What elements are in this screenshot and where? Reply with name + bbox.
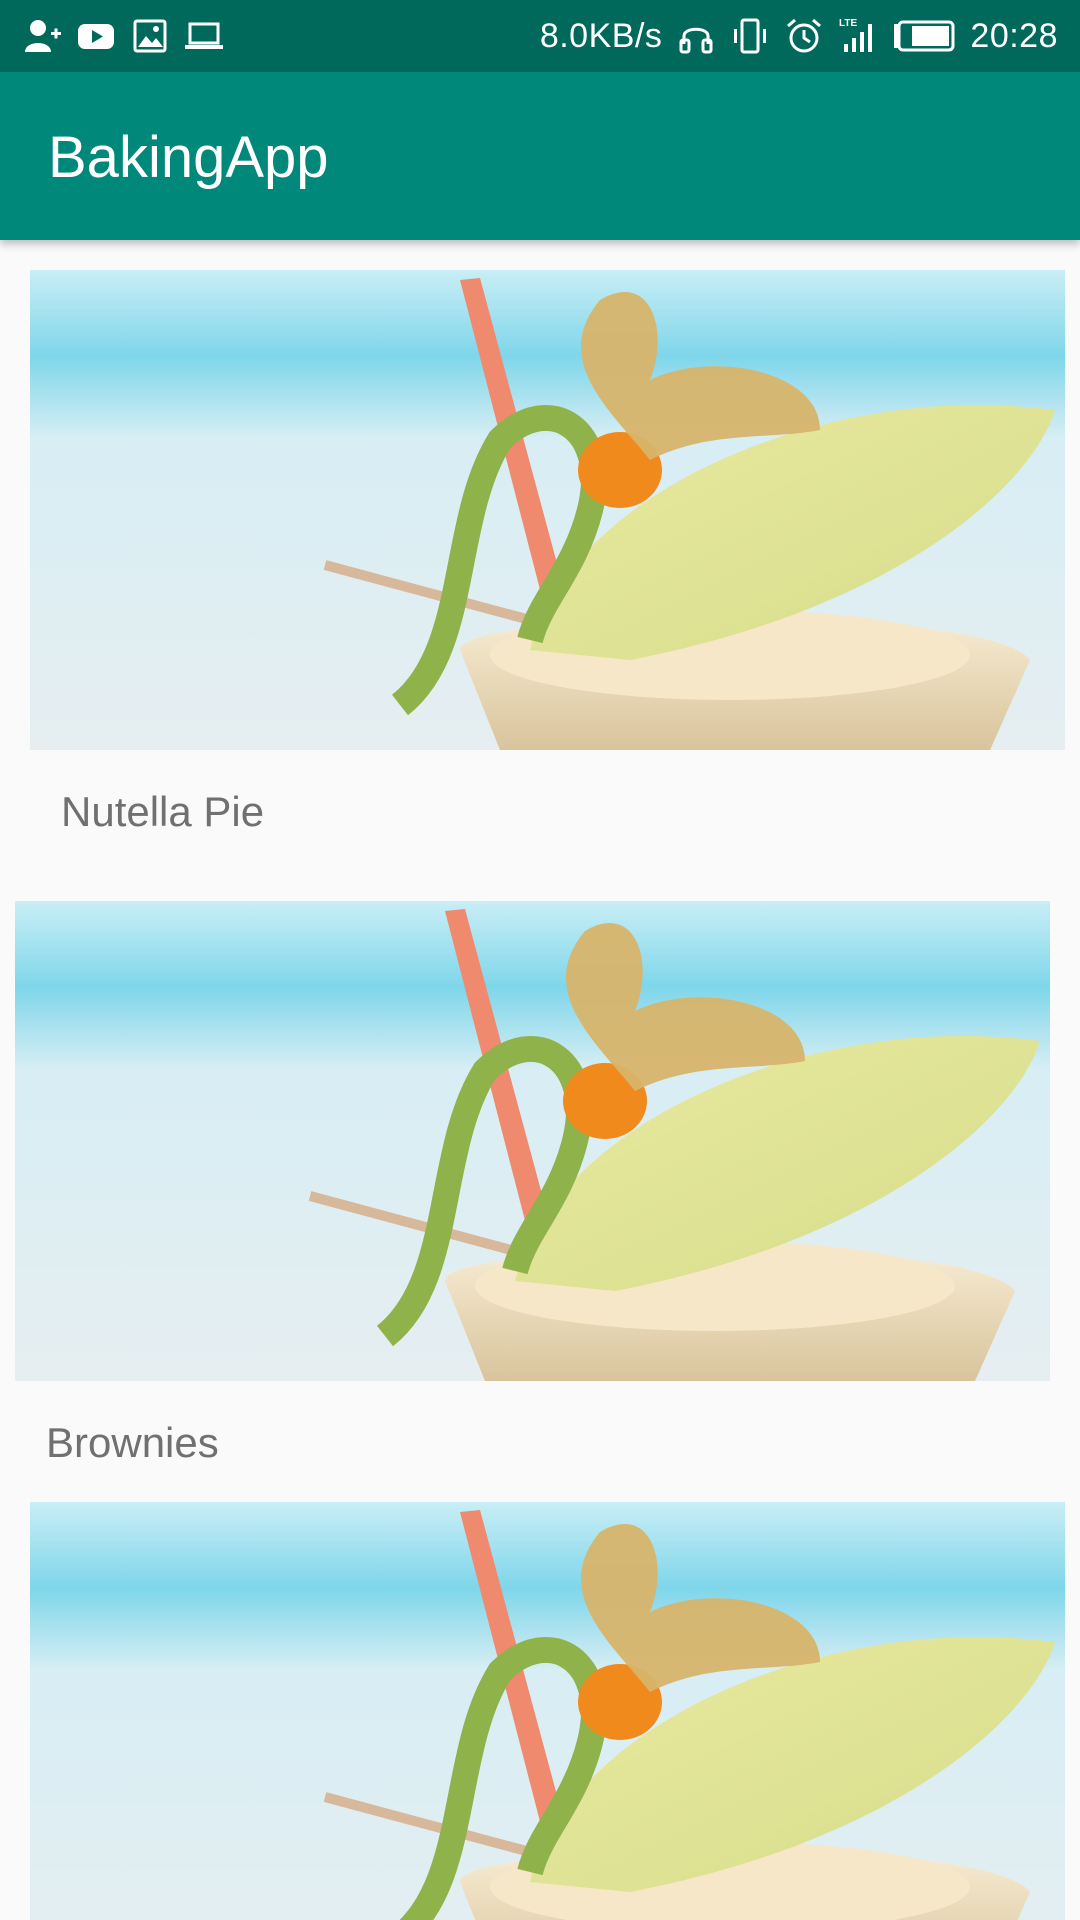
recipe-card[interactable] — [30, 1502, 1065, 1920]
network-type-label: LTE — [839, 18, 857, 29]
signal-icon: LTE — [838, 16, 878, 56]
alarm-icon — [784, 16, 824, 56]
clock: 20:28 — [970, 16, 1058, 55]
battery-icon — [892, 16, 956, 56]
system-indicators: 8.0KB/s LTE 20:28 — [540, 14, 1058, 58]
app-bar: BakingApp — [0, 72, 1080, 240]
recipe-name: Nutella Pie — [61, 788, 265, 835]
recipe-card[interactable]: Brownies — [15, 901, 1050, 1501]
app-title: BakingApp — [48, 125, 329, 190]
recipe-image — [15, 901, 1050, 1381]
add-contact-icon — [22, 16, 62, 56]
notification-icons — [22, 14, 224, 58]
recipe-image — [30, 270, 1065, 750]
recipe-card[interactable]: Nutella Pie — [30, 270, 1065, 870]
youtube-icon — [76, 16, 116, 56]
status-bar: 8.0KB/s LTE 20:28 — [0, 0, 1080, 72]
gallery-icon — [130, 16, 170, 56]
headset-icon — [676, 16, 716, 56]
vibrate-icon — [730, 16, 770, 56]
network-speed: 8.0KB/s — [539, 16, 663, 55]
recipe-image — [30, 1502, 1065, 1920]
recipe-name: Brownies — [46, 1419, 219, 1466]
laptop-icon — [184, 16, 224, 56]
